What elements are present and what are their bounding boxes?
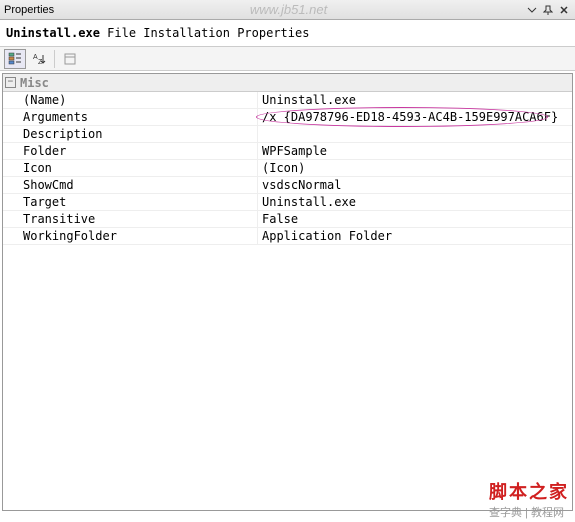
titlebar: Properties www.jb51.net bbox=[0, 0, 575, 20]
property-label: (Name) bbox=[3, 92, 258, 108]
property-value[interactable]: False bbox=[258, 211, 572, 227]
footer-brand: 脚本之家 bbox=[489, 482, 569, 502]
toolbar: AZ bbox=[0, 47, 575, 71]
property-label: Arguments bbox=[3, 109, 258, 125]
header-suffix: File Installation Properties bbox=[100, 26, 310, 40]
property-row[interactable]: FolderWPFSample bbox=[3, 143, 572, 160]
property-value[interactable]: (Icon) bbox=[258, 160, 572, 176]
watermark-text: www.jb51.net bbox=[250, 2, 327, 17]
dropdown-icon[interactable] bbox=[525, 3, 539, 17]
highlight-annotation bbox=[256, 107, 548, 127]
property-row[interactable]: (Name)Uninstall.exe bbox=[3, 92, 572, 109]
property-label: Folder bbox=[3, 143, 258, 159]
window-title: Properties bbox=[4, 4, 54, 16]
property-row[interactable]: Arguments/x {DA978796-ED18-4593-AC4B-159… bbox=[3, 109, 572, 126]
group-header[interactable]: − Misc bbox=[3, 74, 572, 92]
property-grid[interactable]: − Misc (Name)Uninstall.exeArguments/x {D… bbox=[2, 73, 573, 511]
toolbar-separator bbox=[54, 50, 55, 68]
property-label: Target bbox=[3, 194, 258, 210]
property-value[interactable]: vsdscNormal bbox=[258, 177, 572, 193]
property-row[interactable]: TransitiveFalse bbox=[3, 211, 572, 228]
categorized-button[interactable] bbox=[4, 49, 26, 69]
group-label: Misc bbox=[20, 76, 49, 90]
property-row[interactable]: WorkingFolderApplication Folder bbox=[3, 228, 572, 245]
property-value[interactable]: /x {DA978796-ED18-4593-AC4B-159E997ACA6F… bbox=[258, 109, 572, 125]
property-value[interactable]: Uninstall.exe bbox=[258, 92, 572, 108]
property-label: Icon bbox=[3, 160, 258, 176]
property-value[interactable]: Uninstall.exe bbox=[258, 194, 572, 210]
properties-header: Uninstall.exe File Installation Properti… bbox=[0, 20, 575, 47]
property-label: Transitive bbox=[3, 211, 258, 227]
close-icon[interactable] bbox=[557, 3, 571, 17]
property-row[interactable]: TargetUninstall.exe bbox=[3, 194, 572, 211]
footer-credit: 查字典 | 教程网 bbox=[489, 507, 564, 519]
property-value[interactable] bbox=[258, 126, 572, 142]
property-label: Description bbox=[3, 126, 258, 142]
property-row[interactable]: Icon(Icon) bbox=[3, 160, 572, 177]
property-value[interactable]: Application Folder bbox=[258, 228, 572, 244]
property-label: ShowCmd bbox=[3, 177, 258, 193]
footer-watermark: 脚本之家 查字典 | 教程网 bbox=[489, 478, 569, 520]
alphabetical-button[interactable]: AZ bbox=[28, 49, 50, 69]
property-value[interactable]: WPFSample bbox=[258, 143, 572, 159]
collapse-icon[interactable]: − bbox=[5, 77, 16, 88]
header-filename: Uninstall.exe bbox=[6, 26, 100, 40]
property-row[interactable]: Description bbox=[3, 126, 572, 143]
pin-icon[interactable] bbox=[541, 3, 555, 17]
property-label: WorkingFolder bbox=[3, 228, 258, 244]
property-pages-button[interactable] bbox=[59, 49, 81, 69]
property-row[interactable]: ShowCmdvsdscNormal bbox=[3, 177, 572, 194]
